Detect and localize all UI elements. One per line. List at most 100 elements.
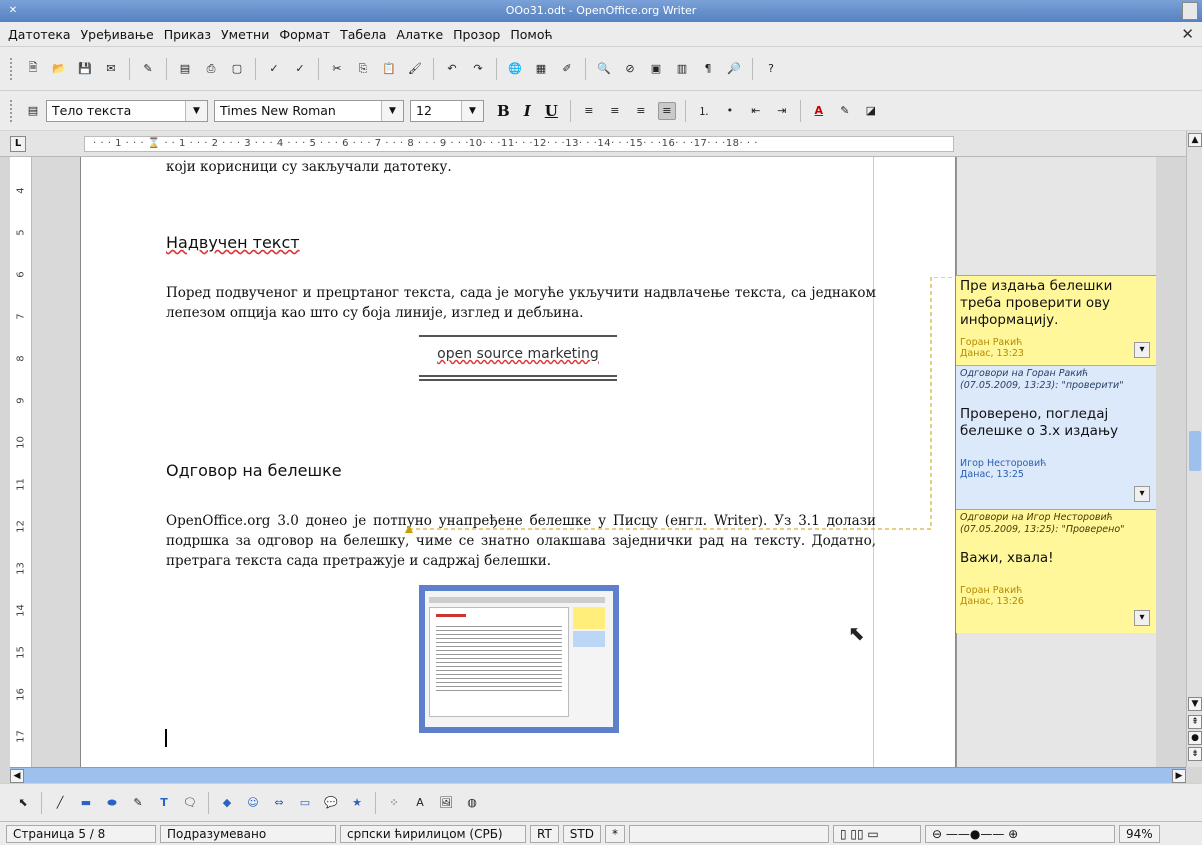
- note-menu-button[interactable]: ▾: [1134, 610, 1150, 626]
- vertical-scrollbar[interactable]: ▲ ▼ ⇞ ● ⇟: [1186, 131, 1202, 767]
- block-arrows-icon[interactable]: ⇔: [270, 794, 288, 812]
- scroll-down-button[interactable]: ▼: [1188, 697, 1202, 711]
- menu-tools[interactable]: Алатке: [396, 27, 443, 42]
- copy-icon[interactable]: ⎘: [354, 60, 372, 78]
- scroll-up-button[interactable]: ▲: [1188, 133, 1202, 147]
- numbering-icon[interactable]: ⒈: [695, 102, 713, 120]
- justify-icon[interactable]: ≡: [657, 101, 676, 120]
- menu-file[interactable]: Датотека: [8, 27, 71, 42]
- auto-spellcheck-icon[interactable]: ✓: [291, 60, 309, 78]
- rectangle-icon[interactable]: ▬: [77, 794, 95, 812]
- data-sources-icon[interactable]: ▥: [673, 60, 691, 78]
- highlight-icon[interactable]: ✎: [836, 102, 854, 120]
- decrease-indent-icon[interactable]: ⇤: [747, 102, 765, 120]
- bullets-icon[interactable]: •: [721, 102, 739, 120]
- window-menu-icon[interactable]: [1182, 2, 1198, 20]
- draw-functions-icon[interactable]: ✐: [558, 60, 576, 78]
- zoom-icon[interactable]: 🔎: [725, 60, 743, 78]
- select-icon[interactable]: ⬉: [14, 794, 32, 812]
- menu-help[interactable]: Помоћ: [510, 27, 552, 42]
- ruler-scale[interactable]: · · · 1 · · · ⌛ · · 1 · · · 2 · · · 3 · …: [84, 136, 954, 152]
- paragraph-top-line[interactable]: који корисници су закључали датотеку.: [166, 157, 876, 177]
- font-name-combo[interactable]: Times New Roman ▼: [214, 99, 404, 122]
- hyperlink-icon[interactable]: 🌐: [506, 60, 524, 78]
- styles-formatting-icon[interactable]: ▤: [24, 102, 42, 120]
- callouts-icon[interactable]: 💬: [322, 794, 340, 812]
- ellipse-icon[interactable]: ⬬: [103, 794, 121, 812]
- help-icon[interactable]: ?: [762, 60, 780, 78]
- previous-page-button[interactable]: ⇞: [1188, 715, 1202, 729]
- menu-insert[interactable]: Уметни: [221, 27, 269, 42]
- zoom-slider[interactable]: ⊖ ——●—— ⊕: [924, 824, 1115, 843]
- navigation-button[interactable]: ●: [1188, 731, 1202, 745]
- note-menu-button[interactable]: ▾: [1134, 486, 1150, 502]
- close-document-icon[interactable]: ✕: [1181, 25, 1194, 43]
- undo-icon[interactable]: ↶: [443, 60, 461, 78]
- page-style-indicator[interactable]: Подразумевано: [160, 824, 336, 843]
- stars-icon[interactable]: ★: [348, 794, 366, 812]
- print-preview-icon[interactable]: ▢: [228, 60, 246, 78]
- insert-mode-indicator[interactable]: RT: [530, 824, 559, 843]
- email-icon[interactable]: ✉: [102, 60, 120, 78]
- toolbar-grip[interactable]: [10, 57, 14, 80]
- fontwork-icon[interactable]: A: [411, 794, 429, 812]
- comment-note-2[interactable]: Одговори на Горан Ракић (07.05.2009, 13:…: [956, 365, 1156, 509]
- screenshot-image[interactable]: [419, 585, 619, 733]
- callout-icon[interactable]: 🗨: [181, 794, 199, 812]
- page-indicator[interactable]: Страница 5 / 8: [6, 824, 156, 843]
- menu-window[interactable]: Прозор: [453, 27, 500, 42]
- find-replace-icon[interactable]: 🔍: [595, 60, 613, 78]
- points-icon[interactable]: ⁘: [385, 794, 403, 812]
- menu-table[interactable]: Табела: [340, 27, 386, 42]
- next-page-button[interactable]: ⇟: [1188, 747, 1202, 761]
- paragraph-style-combo[interactable]: Тело текста ▼: [46, 99, 208, 122]
- navigator-icon[interactable]: ⊘: [621, 60, 639, 78]
- cut-icon[interactable]: ✂: [328, 60, 346, 78]
- zoom-percent[interactable]: 94%: [1118, 824, 1160, 843]
- align-left-icon[interactable]: ≡: [580, 102, 598, 120]
- redo-icon[interactable]: ↷: [469, 60, 487, 78]
- new-document-icon[interactable]: 🗎: [24, 60, 42, 78]
- export-pdf-icon[interactable]: ▤: [176, 60, 194, 78]
- language-indicator[interactable]: српски ћирилицом (СРБ): [340, 824, 526, 843]
- document-area[interactable]: који корисници су закључали датотеку. На…: [32, 157, 1156, 767]
- font-size-combo[interactable]: 12 ▼: [410, 99, 484, 122]
- basic-shapes-icon[interactable]: ◆: [218, 794, 236, 812]
- bold-button[interactable]: B: [497, 102, 510, 120]
- flowchart-icon[interactable]: ▭: [296, 794, 314, 812]
- menu-edit[interactable]: Уређивање: [81, 27, 154, 42]
- menu-format[interactable]: Формат: [279, 27, 330, 42]
- save-icon[interactable]: 💾: [76, 60, 94, 78]
- table-icon[interactable]: ▦: [532, 60, 550, 78]
- gallery-icon[interactable]: ▣: [647, 60, 665, 78]
- open-icon[interactable]: 📂: [50, 60, 68, 78]
- scroll-left-button[interactable]: ◀: [10, 769, 24, 783]
- freeform-icon[interactable]: ✎: [129, 794, 147, 812]
- selection-mode-indicator[interactable]: STD: [562, 824, 601, 843]
- heading-comment-reply[interactable]: Одговор на белешке: [166, 461, 342, 480]
- note-menu-button[interactable]: ▾: [1134, 342, 1150, 358]
- horizontal-scrollbar[interactable]: ◀ ▶: [10, 767, 1186, 783]
- close-icon[interactable]: ✕: [6, 4, 20, 18]
- spellcheck-icon[interactable]: ✓: [265, 60, 283, 78]
- scroll-right-button[interactable]: ▶: [1172, 769, 1186, 783]
- scroll-thumb[interactable]: [1189, 431, 1201, 471]
- formatting-marks-icon[interactable]: ¶: [699, 60, 717, 78]
- paste-icon[interactable]: 📋: [380, 60, 398, 78]
- clone-format-icon[interactable]: 🖌: [406, 60, 424, 78]
- chevron-down-icon[interactable]: ▼: [461, 100, 483, 121]
- underline-button[interactable]: U: [545, 102, 558, 120]
- chevron-down-icon[interactable]: ▼: [381, 100, 403, 121]
- print-icon[interactable]: ⎙: [202, 60, 220, 78]
- increase-indent-icon[interactable]: ⇥: [773, 102, 791, 120]
- symbol-shapes-icon[interactable]: ☺: [244, 794, 262, 812]
- toolbar-grip[interactable]: [10, 99, 14, 122]
- text-icon[interactable]: T: [155, 794, 173, 812]
- comment-note-1[interactable]: Пре издања белешки треба проверити ову и…: [956, 275, 1156, 365]
- background-color-icon[interactable]: ◪: [862, 102, 880, 120]
- horizontal-ruler[interactable]: L · · · 1 · · · ⌛ · · 1 · · · 2 · · · 3 …: [0, 131, 1186, 157]
- from-file-icon[interactable]: 🖼: [437, 794, 455, 812]
- chevron-down-icon[interactable]: ▼: [185, 100, 207, 121]
- menu-view[interactable]: Приказ: [164, 27, 211, 42]
- view-layout-icons[interactable]: ▯ ▯▯ ▭: [832, 824, 921, 843]
